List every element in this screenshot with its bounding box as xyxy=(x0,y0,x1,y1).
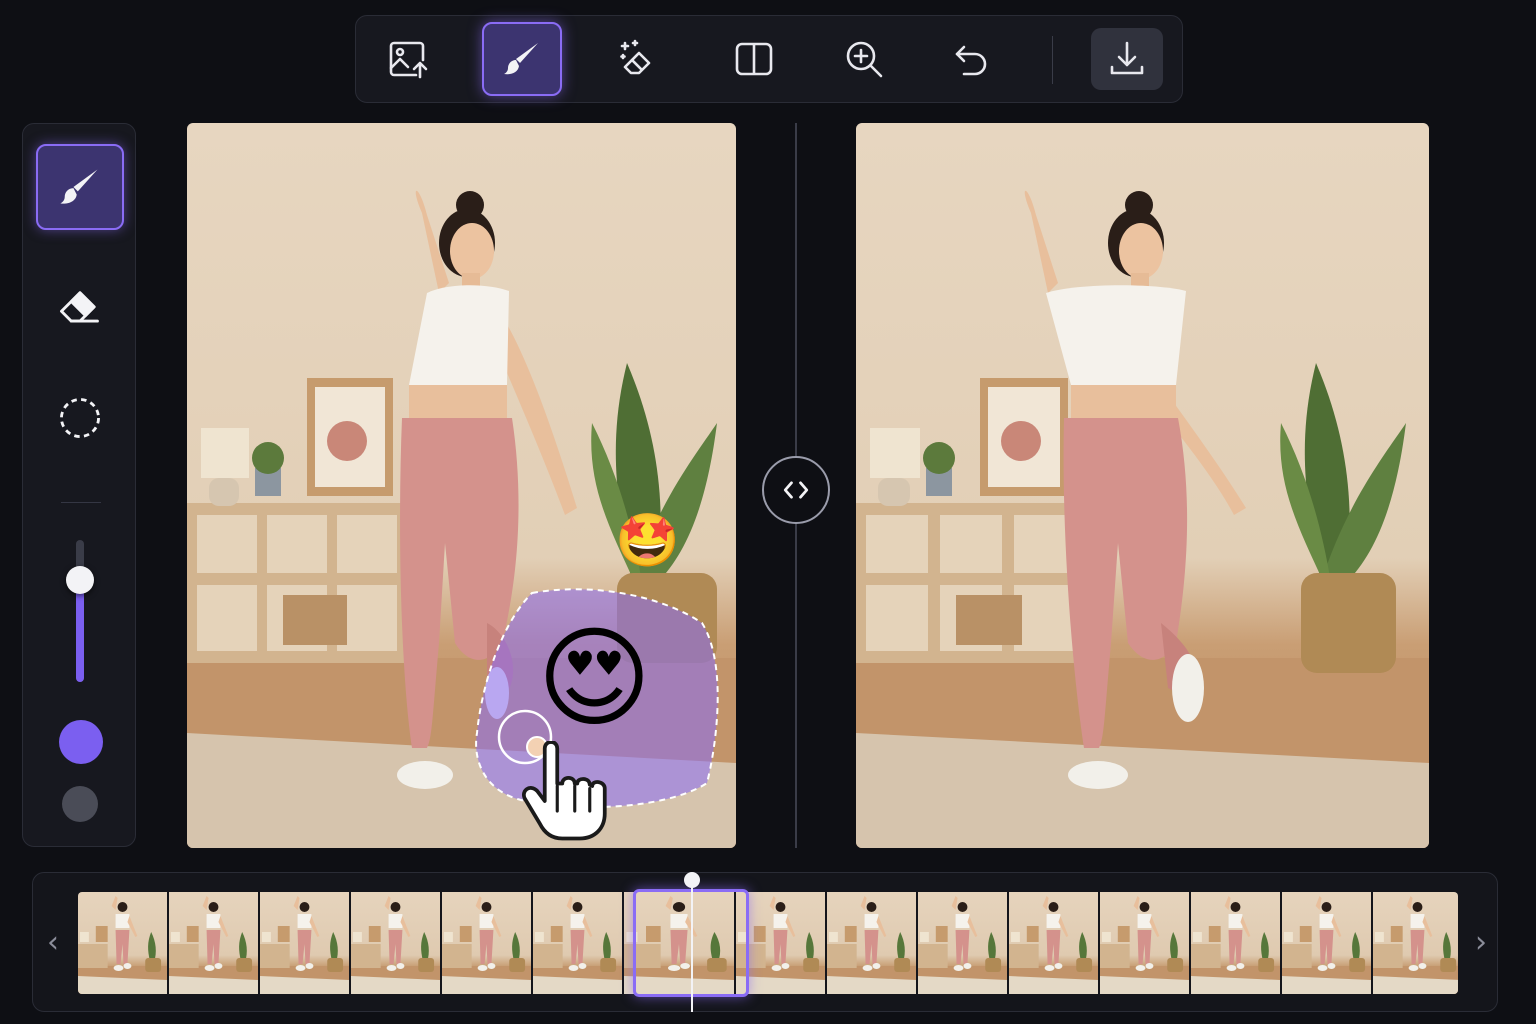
playhead-handle[interactable] xyxy=(684,872,700,888)
timeline-frame[interactable] xyxy=(260,892,349,994)
original-image-canvas xyxy=(856,123,1429,848)
split-view-icon xyxy=(735,42,773,76)
primary-color-swatch[interactable] xyxy=(59,720,103,764)
download-icon xyxy=(1110,41,1144,75)
timeline-frame[interactable] xyxy=(169,892,258,994)
eraser-icon xyxy=(60,291,99,323)
frame-thumbnail-illustration xyxy=(442,896,531,994)
brush-size-slider-knob[interactable] xyxy=(66,565,94,594)
timeline-frame[interactable] xyxy=(1282,892,1371,994)
timeline-frame[interactable] xyxy=(78,892,167,994)
timeline-frame[interactable] xyxy=(827,892,916,994)
top-toolbar xyxy=(355,15,1183,103)
frame-thumbnail-illustration xyxy=(351,896,440,994)
heart-eyes-sticker[interactable]: 😍 xyxy=(537,623,652,733)
side-panel-divider xyxy=(61,502,101,503)
upload-image-button[interactable] xyxy=(368,22,448,96)
timeline-frame[interactable] xyxy=(533,892,622,994)
timeline-frame[interactable] xyxy=(442,892,531,994)
timeline-frame[interactable] xyxy=(351,892,440,994)
frame-thumbnail-illustration xyxy=(1282,896,1371,994)
timeline-frame[interactable] xyxy=(1100,892,1189,994)
timeline-frame[interactable] xyxy=(918,892,1007,994)
frame-thumbnail-illustration xyxy=(533,896,622,994)
zoom-in-icon xyxy=(846,41,883,78)
timeline-frame[interactable] xyxy=(1191,892,1280,994)
timeline-next-button[interactable]: › xyxy=(1466,922,1496,962)
frame-thumbnail-illustration xyxy=(1373,896,1458,994)
frame-thumbnail-illustration xyxy=(1100,896,1189,994)
room-scene-illustration xyxy=(187,190,736,848)
hand-pointer-icon xyxy=(522,741,607,841)
timeline-prev-button[interactable]: ‹ xyxy=(38,922,68,962)
tool-side-panel xyxy=(22,123,136,847)
frame-thumbnail-illustration xyxy=(1191,896,1280,994)
toolbar-divider xyxy=(1052,36,1053,84)
timeline-frame[interactable] xyxy=(1009,892,1098,994)
frame-thumbnail-illustration xyxy=(918,896,1007,994)
magic-erase-button[interactable] xyxy=(597,22,677,96)
code-brackets-icon xyxy=(783,481,809,499)
timeline-frames xyxy=(78,892,1458,994)
zoom-in-button[interactable] xyxy=(824,22,904,96)
frame-thumbnail-illustration xyxy=(169,896,258,994)
frame-thumbnail-illustration xyxy=(78,896,167,994)
room-scene-illustration xyxy=(856,190,1429,848)
magic-eraser-icon xyxy=(620,39,651,75)
timeline-frame[interactable] xyxy=(736,892,825,994)
brush-tool-button[interactable] xyxy=(482,22,562,96)
playhead-line xyxy=(691,878,693,1012)
timeline-frame[interactable] xyxy=(1373,892,1458,994)
compare-split-handle[interactable] xyxy=(762,456,830,524)
undo-icon xyxy=(955,45,987,76)
brush-tool-button[interactable] xyxy=(36,144,124,230)
frame-thumbnail-illustration xyxy=(827,896,916,994)
image-upload-icon xyxy=(389,41,428,79)
frame-thumbnail-illustration xyxy=(736,896,825,994)
secondary-color-swatch[interactable] xyxy=(62,786,98,822)
star-struck-sticker[interactable]: 🤩 xyxy=(615,515,680,567)
edited-image-canvas[interactable]: 😍 🤩 xyxy=(187,123,736,848)
frame-thumbnail-illustration xyxy=(260,896,349,994)
lasso-select-button[interactable] xyxy=(36,375,124,461)
frame-thumbnail-illustration xyxy=(1009,896,1098,994)
brush-icon xyxy=(504,43,538,75)
brush-icon xyxy=(60,169,98,204)
dashed-circle-icon xyxy=(60,398,100,438)
compare-view-button[interactable] xyxy=(714,22,794,96)
download-button[interactable] xyxy=(1091,28,1163,90)
brush-size-slider-fill xyxy=(76,579,84,682)
undo-button[interactable] xyxy=(932,22,1012,96)
eraser-tool-button[interactable] xyxy=(36,265,124,351)
